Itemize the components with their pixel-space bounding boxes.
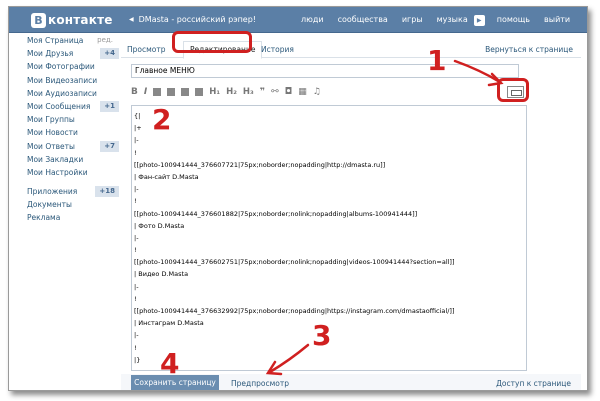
annotation-arrows [265,59,504,376]
arrow-1-shaft [453,59,502,84]
annotation-number-4: 4 [160,347,180,380]
arrow-3-shaft [268,343,310,374]
annotation-number-1: 1 [427,44,447,77]
annotation-number-3: 3 [312,319,332,352]
annotation-number-2: 2 [152,103,172,136]
